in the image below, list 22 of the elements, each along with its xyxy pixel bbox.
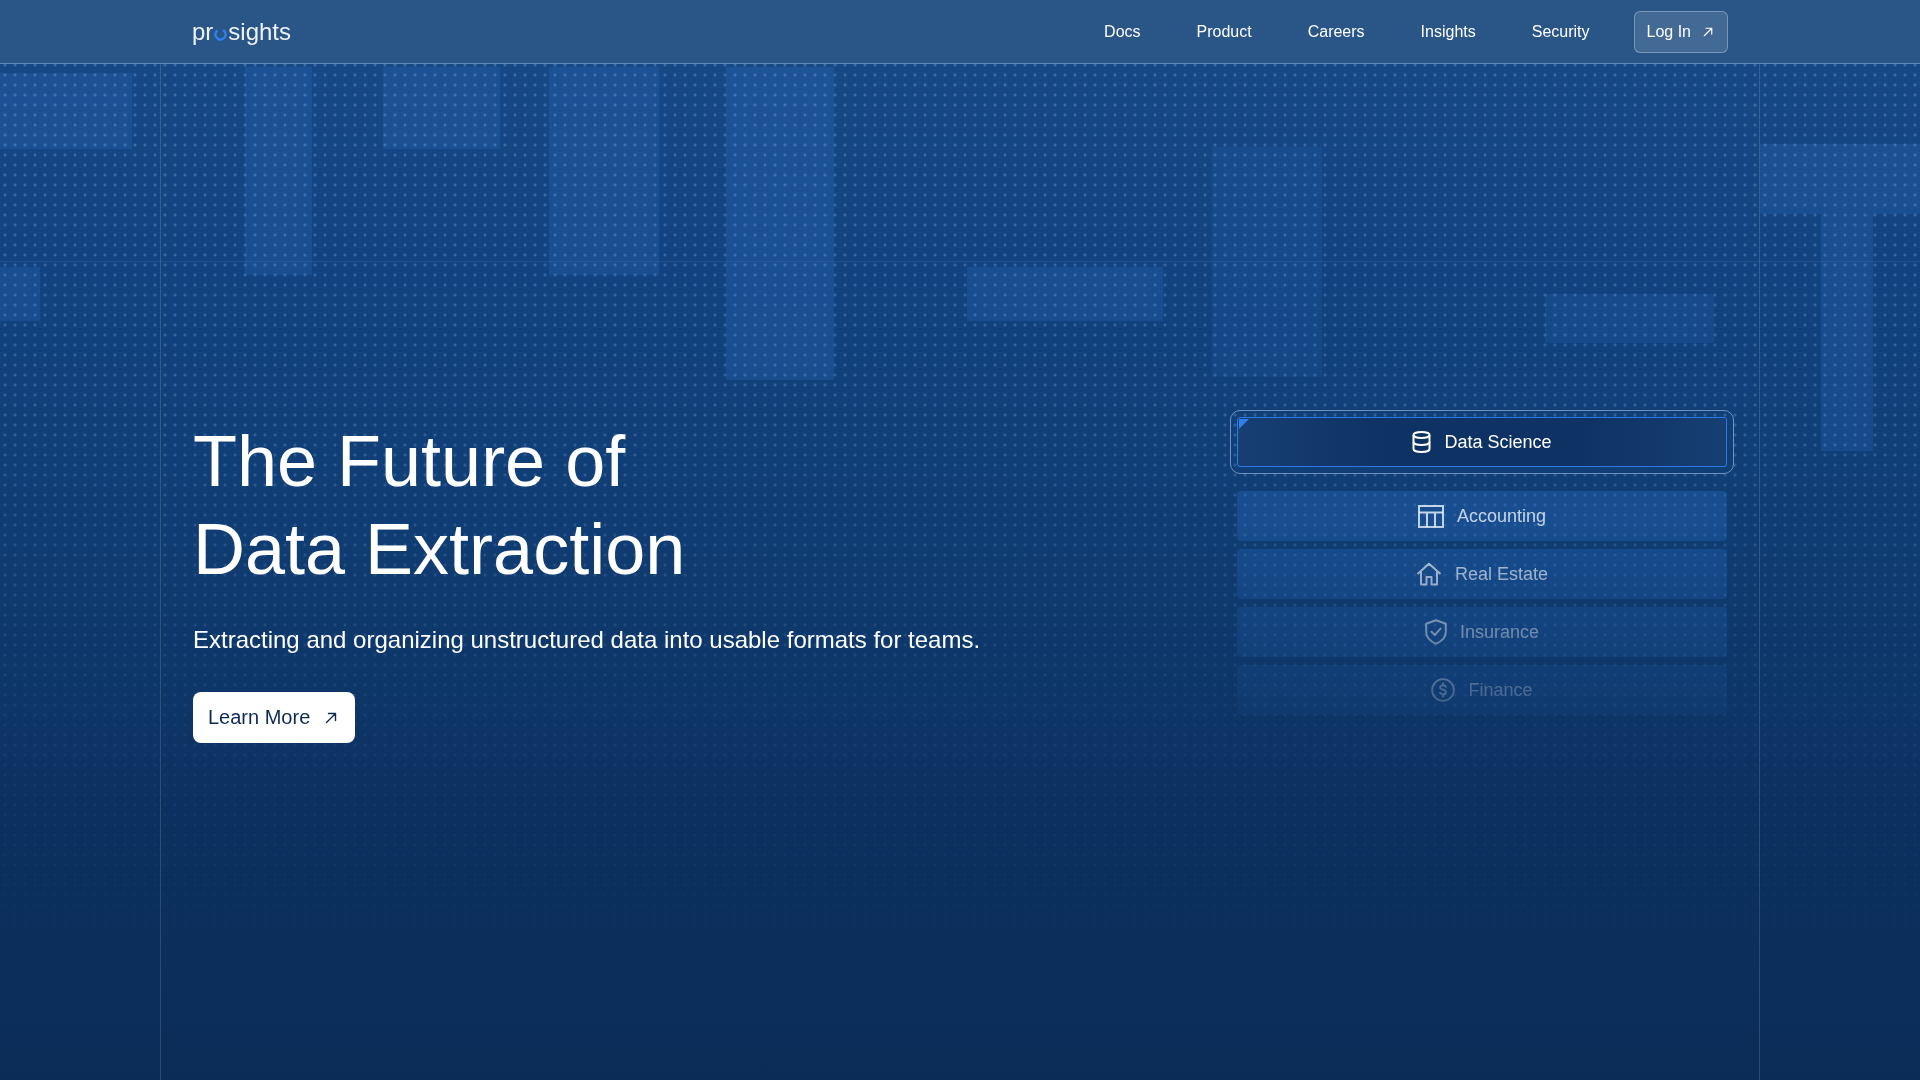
hero-subtitle: Extracting and organizing unstructured data into usable formats for teams.	[193, 625, 981, 655]
industry-tab[interactable]: Accounting	[1237, 491, 1727, 541]
arrow-icon	[1703, 26, 1713, 37]
arrow-icon	[325, 711, 338, 724]
nav-link[interactable]: Docs	[1104, 22, 1141, 41]
nav-link[interactable]: Product	[1196, 22, 1252, 41]
table-icon	[1417, 504, 1444, 528]
shield-check-icon	[1424, 619, 1447, 645]
house-icon	[1415, 562, 1442, 586]
industry-tab[interactable]: Real Estate	[1237, 549, 1727, 599]
learn-more-button[interactable]: Learn More	[193, 692, 356, 743]
logo-text[interactable]: pr	[192, 17, 214, 46]
hero-heading: The Future of Data Extraction	[193, 420, 687, 591]
nav-link[interactable]: Careers	[1307, 22, 1365, 41]
ring-icon	[214, 27, 228, 41]
logo-text[interactable]: sights	[228, 17, 292, 46]
database-icon	[1412, 431, 1432, 453]
login-button[interactable]: Log In	[1633, 10, 1728, 53]
nav-link[interactable]: Security	[1531, 22, 1590, 41]
nav-link[interactable]: Insights	[1420, 22, 1476, 41]
dollar-circle-icon	[1431, 678, 1456, 702]
corner-triangle-icon	[1239, 419, 1249, 429]
